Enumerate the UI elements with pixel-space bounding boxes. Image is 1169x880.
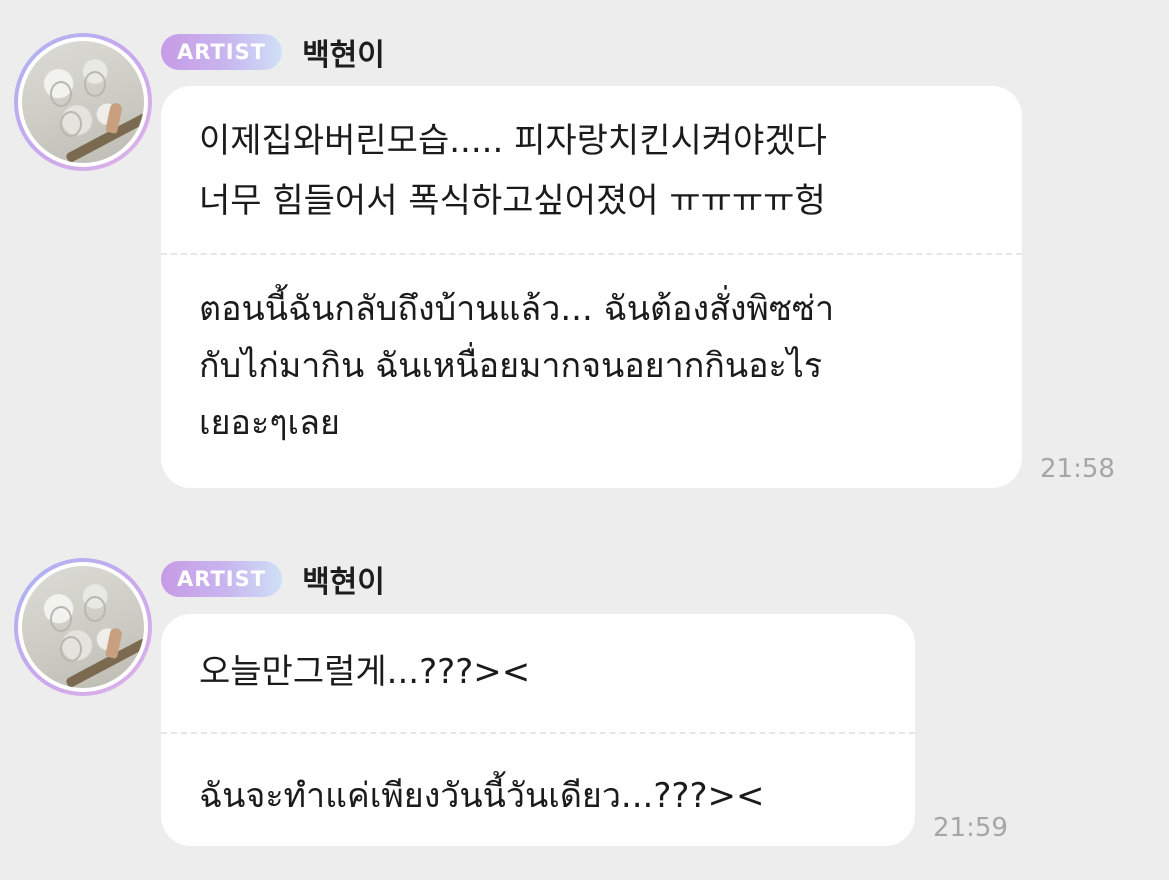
message-line: 이제집와버린모습..... 피자랑치킨시켜야겠다 <box>199 121 827 161</box>
avatar-image <box>18 562 148 692</box>
sender-name[interactable]: 백현이 <box>302 557 385 601</box>
avatar[interactable] <box>14 558 152 696</box>
message-line: ตอนนี้ฉันกลับถึงบ้านแล้ว... ฉันต้องสั่งพ… <box>199 289 835 329</box>
original-text: 이제집와버린모습..... 피자랑치킨시켜야겠다 너무 힘들어서 폭식하고싶어졌… <box>199 86 984 253</box>
message-timestamp: 21:58 <box>1040 454 1115 484</box>
message-line: ฉันจะทำแค่เพียงวันนี้วันเดียว...???>< <box>199 776 765 816</box>
message-bubble[interactable]: 이제집와버린모습..... 피자랑치킨시켜야겠다 너무 힘들어서 폭식하고싶어졌… <box>161 86 1022 488</box>
avatar-image <box>18 37 148 167</box>
chat-view: ARTIST 백현이 이제집와버린모습..... 피자랑치킨시켜야겠다 너무 힘… <box>0 0 1169 880</box>
message-timestamp: 21:59 <box>933 813 1008 843</box>
translated-text: ฉันจะทำแค่เพียงวันนี้วันเดียว...???>< <box>199 734 877 820</box>
avatar[interactable] <box>14 33 152 171</box>
translated-text: ตอนนี้ฉันกลับถึงบ้านแล้ว... ฉันต้องสั่งพ… <box>199 255 984 452</box>
original-text: 오늘만그럴게...???>< <box>199 614 877 732</box>
artist-badge: ARTIST <box>161 34 283 70</box>
message-line: กับไก่มากิน ฉันเหนื่อยมากจนอยากกินอะไร <box>199 346 823 386</box>
message-line: เยอะๆเลย <box>199 403 340 443</box>
message-line: 오늘만그럴게...???>< <box>199 652 531 692</box>
sender-name[interactable]: 백현이 <box>302 30 385 74</box>
message-header: ARTIST 백현이 <box>161 30 385 74</box>
message-header: ARTIST 백현이 <box>161 557 385 601</box>
message-line: 너무 힘들어서 폭식하고싶어졌어 ㅠㅠㅠㅠ헝 <box>199 181 826 221</box>
artist-badge: ARTIST <box>161 561 283 597</box>
message-bubble[interactable]: 오늘만그럴게...???>< ฉันจะทำแค่เพียงวันนี้วันเ… <box>161 614 915 846</box>
